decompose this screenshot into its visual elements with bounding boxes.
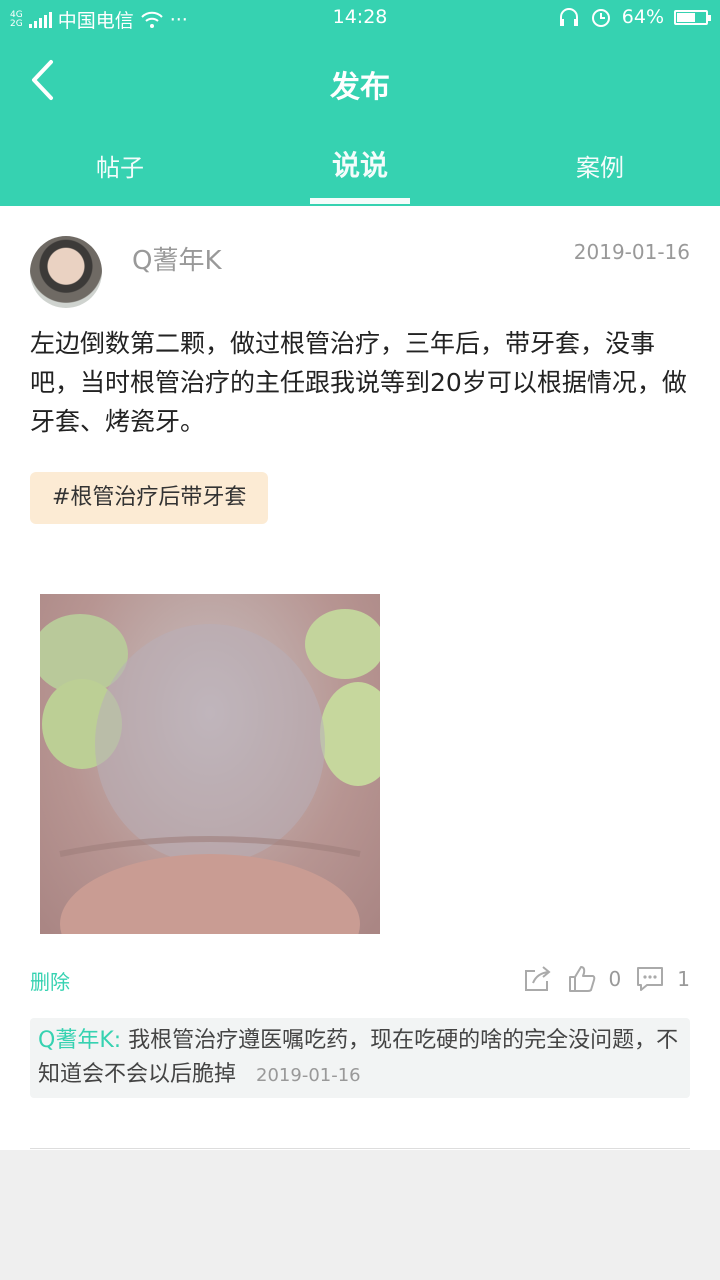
share-icon[interactable] bbox=[523, 965, 553, 993]
title-bar: 发布 bbox=[0, 50, 720, 110]
comment-count: 1 bbox=[677, 967, 690, 991]
headphones-icon bbox=[559, 8, 578, 26]
comment-date: 2019-01-16 bbox=[256, 1065, 361, 1086]
post-date: 2019-01-16 bbox=[573, 240, 690, 264]
comment-author[interactable]: Q蓍年K bbox=[38, 1028, 114, 1053]
avatar[interactable] bbox=[30, 236, 102, 308]
tab-bar: 帖子 说说 案例 bbox=[0, 134, 720, 206]
battery-icon bbox=[674, 9, 711, 25]
page-title: 发布 bbox=[330, 70, 390, 105]
post-username[interactable]: Q蓍年K bbox=[132, 240, 222, 277]
comment-action[interactable]: 1 bbox=[635, 965, 690, 993]
delete-button[interactable]: 删除 bbox=[30, 966, 70, 995]
post-text: 左边倒数第二颗，做过根管治疗，三年后，带牙套，没事吧，当时根管治疗的主任跟我说等… bbox=[30, 329, 687, 436]
photo-image bbox=[40, 609, 380, 934]
divider bbox=[30, 1148, 690, 1149]
app-header: 4G 2G 中国电信 ··· 14:28 64% 发布 帖子 说说 案例 bbox=[0, 0, 720, 206]
like-count: 0 bbox=[608, 967, 622, 991]
tab-moments[interactable]: 说说 bbox=[240, 134, 480, 206]
comment-item[interactable]: Q蓍年K: 我根管治疗遵医嘱吃药，现在吃硬的啥的完全没问题，不知道会不会以后脆掉… bbox=[30, 1018, 690, 1098]
battery-fill bbox=[677, 12, 695, 22]
thumbs-up-icon bbox=[568, 966, 595, 992]
battery-percent: 64% bbox=[621, 6, 664, 28]
comment-icon bbox=[637, 967, 664, 991]
status-bar: 4G 2G 中国电信 ··· 14:28 64% bbox=[0, 0, 720, 36]
like-action[interactable]: 0 bbox=[567, 964, 622, 994]
topic-tag[interactable]: #根管治疗后带牙套 bbox=[30, 472, 269, 524]
post-card: Q蓍年K 2019-01-16 左边倒数第二颗，做过根管治疗，三年后，带牙套，没… bbox=[0, 206, 720, 1150]
alarm-icon bbox=[591, 9, 610, 27]
comment-separator: : bbox=[113, 1028, 129, 1053]
tab-posts[interactable]: 帖子 bbox=[0, 134, 240, 206]
post-photo[interactable] bbox=[40, 594, 380, 934]
post-actions: 0 1 bbox=[523, 964, 690, 994]
tab-cases[interactable]: 案例 bbox=[480, 134, 720, 206]
